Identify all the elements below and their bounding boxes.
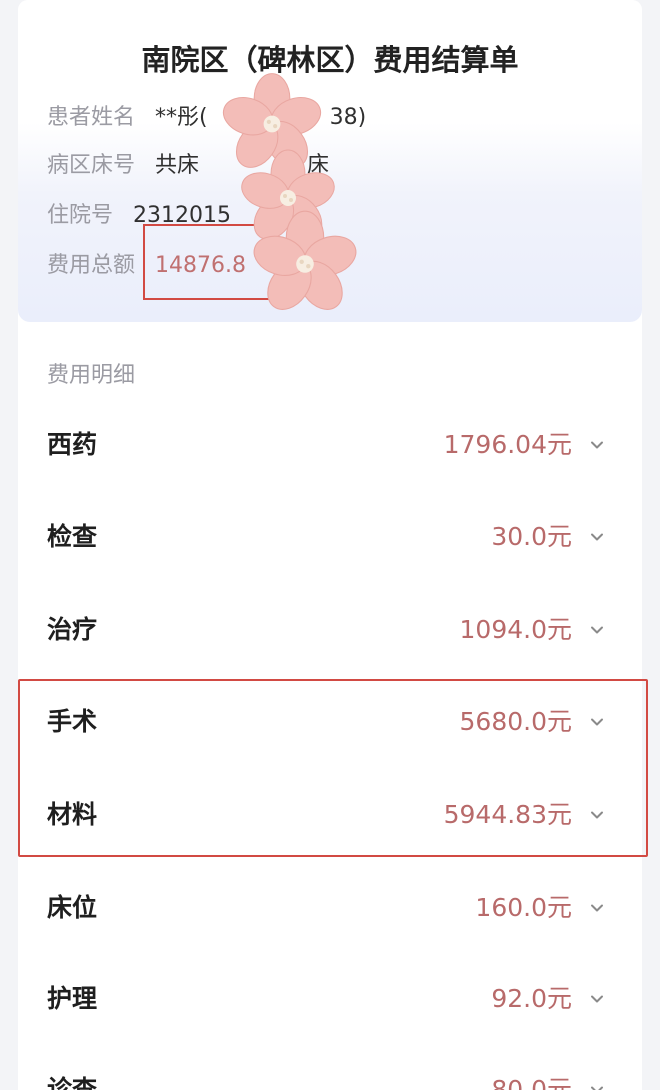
fee-item-name: 床位 <box>47 893 98 922</box>
chevron-down-icon[interactable] <box>590 530 604 544</box>
fee-item-name: 护理 <box>47 984 98 1013</box>
details-section-title: 费用明细 <box>47 363 136 388</box>
fee-item-amount: 92.0元 <box>491 984 572 1013</box>
fee-item-examination[interactable]: 检查 30.0元 <box>18 505 642 569</box>
ward-bed-label: 病区床号 <box>47 153 136 178</box>
chevron-down-icon[interactable] <box>590 992 604 1006</box>
chevron-down-icon[interactable] <box>590 1083 604 1090</box>
fee-item-amount: 1094.0元 <box>459 615 572 644</box>
total-label: 费用总额 <box>47 253 136 278</box>
fee-item-name: 检查 <box>47 522 98 551</box>
fee-item-name: 治疗 <box>47 615 98 644</box>
surgery-materials-highlight-box <box>18 679 648 857</box>
admission-no-label: 住院号 <box>47 203 114 228</box>
patient-name-label: 患者姓名 <box>47 105 136 130</box>
fee-item-bed[interactable]: 床位 160.0元 <box>18 876 642 940</box>
fee-item-consultation[interactable]: 诊查 80.0元 <box>18 1058 642 1090</box>
fee-item-treatment[interactable]: 治疗 1094.0元 <box>18 598 642 662</box>
flower-sticker-icon <box>218 73 362 319</box>
fee-item-amount: 160.0元 <box>475 893 572 922</box>
fee-item-amount: 80.0元 <box>491 1075 572 1090</box>
fee-item-western-medicine[interactable]: 西药 1796.04元 <box>18 413 642 477</box>
fee-item-nursing[interactable]: 护理 92.0元 <box>18 967 642 1031</box>
fee-item-name: 西药 <box>47 430 98 459</box>
chevron-down-icon[interactable] <box>590 901 604 915</box>
fee-item-amount: 30.0元 <box>491 522 572 551</box>
fee-item-name: 诊查 <box>47 1075 98 1090</box>
fee-item-amount: 1796.04元 <box>443 430 572 459</box>
chevron-down-icon[interactable] <box>590 438 604 452</box>
ward-bed-value: 共床 <box>155 153 200 178</box>
chevron-down-icon[interactable] <box>590 623 604 637</box>
settlement-page: 南院区（碑林区）费用结算单 患者姓名 **彤(38) 病区床号 共床床 住院号 231… <box>0 0 660 1090</box>
